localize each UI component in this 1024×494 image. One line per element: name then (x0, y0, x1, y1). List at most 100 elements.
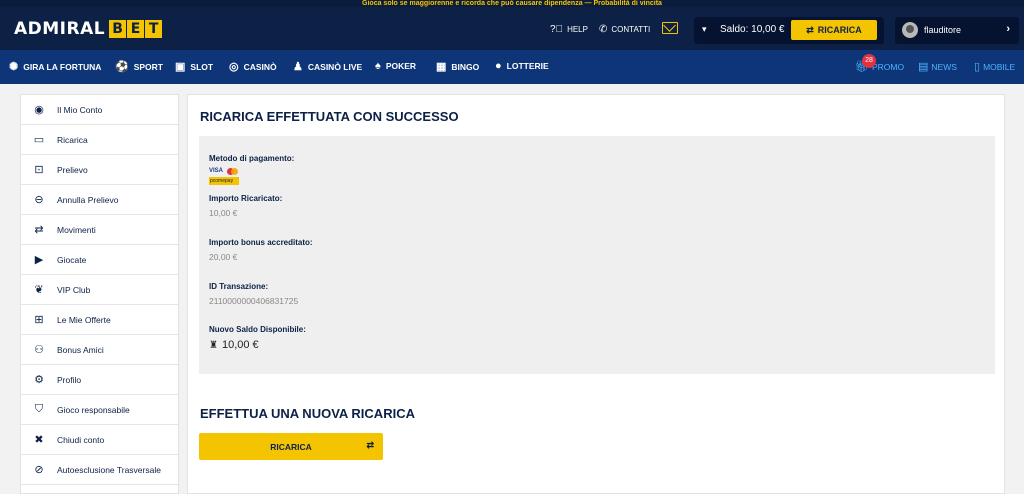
nav-news-label: NEWS (931, 61, 957, 72)
sidebar-item-label: Profilo (57, 374, 82, 385)
sidebar-item-label: Annulla Prelievo (57, 194, 119, 205)
close-icon: ✖ (34, 434, 44, 446)
money-bag-icon: ♜ (209, 339, 218, 351)
contacts-link[interactable]: ✆ CONTATTI (599, 24, 650, 35)
visa-logo: VISA (209, 168, 224, 174)
transaction-details: Metodo di pagamento: VISA pcomepay Impor… (199, 136, 995, 374)
transaction-id-label: ID Transazione: (209, 282, 269, 291)
sidebar-item-autoesclusione[interactable]: ⊘ Autoesclusione Trasversale (21, 455, 178, 485)
mastercard-icon (231, 168, 238, 175)
new-balance-value: 10,00 € (221, 339, 259, 351)
ban-icon: ⊘ (34, 464, 44, 476)
bonus-value: 20,00 € (209, 252, 238, 262)
gift-icon: ⊞ (34, 314, 44, 326)
phone-icon: ▯ (974, 61, 981, 73)
nav-item-lotterie[interactable]: ● LOTTERIE (495, 60, 549, 72)
nav-label: GIRA LA FORTUNA (23, 61, 102, 72)
header: ADMIRAL B E T ?⃝ HELP ✆ CONTATTI ▾ Saldo… (0, 7, 1024, 50)
sidebar-item-label: Ricarica (57, 134, 88, 145)
help-icon: ?⃝ (550, 24, 564, 35)
sidebar-item-profilo[interactable]: ⚙ Profilo (21, 365, 178, 395)
page-scrollbar[interactable] (1016, 84, 1024, 494)
sidebar-item-bonus-amici[interactable]: ⚇ Bonus Amici (21, 335, 178, 365)
help-label: HELP (567, 25, 588, 34)
nav-label: BINGO (451, 61, 480, 72)
bonus-label: Importo bonus accreditato: (209, 238, 313, 247)
logo-letter: B (109, 20, 127, 38)
age-warning-text: Gioca solo se maggiorenne e ricorda che … (362, 0, 662, 7)
promo-count-badge: 28 (862, 54, 876, 68)
payment-method-label: Metodo di pagamento: (209, 154, 295, 163)
page-title: RICARICA EFFETTUATA CON SUCCESSO (200, 109, 459, 124)
chevron-down-icon[interactable]: ▾ (702, 24, 707, 35)
transaction-id-value: 2110000000406831725 (209, 296, 299, 306)
lottery-ball-icon: ● (495, 60, 502, 72)
balance-text: Saldo: 10,00 € (720, 24, 785, 35)
sidebar-item-movimenti[interactable]: ⇄ Movimenti (21, 215, 178, 245)
nav-news[interactable]: ▤ NEWS (918, 60, 957, 73)
nav-item-gira-la-fortuna[interactable]: ✺ GIRA LA FORTUNA (9, 60, 101, 73)
admiralbet-logo[interactable]: ADMIRAL B E T (14, 19, 163, 39)
sidebar-item-il-mio-conto[interactable]: ◉ Il Mio Conto (21, 95, 178, 125)
paypal-logo: pcomepay (209, 177, 239, 185)
wallet-icon: ⇄ (366, 440, 374, 450)
logo-text-bet: B E T (108, 20, 163, 38)
sidebar-item-le-mie-offerte[interactable]: ⊞ Le Mie Offerte (21, 305, 178, 335)
username: flauditore (924, 25, 962, 35)
transfer-arrows-icon: ⇄ (34, 224, 44, 236)
new-balance-label: Nuovo Saldo Disponibile: (209, 325, 306, 334)
nav-mobile[interactable]: ▯ MOBILE (974, 60, 1015, 73)
user-menu[interactable]: flauditore › (895, 17, 1019, 44)
nav-item-bingo[interactable]: ▦ BINGO (436, 60, 479, 73)
nav-item-casino-live[interactable]: ♟ CASINÒ LIVE (293, 60, 362, 73)
calendar-icon: ▤ (918, 61, 929, 73)
nav-label: CASINÒ (243, 61, 277, 72)
amount-label: Importo Ricaricato: (209, 194, 283, 203)
roulette-icon: ◎ (229, 61, 239, 73)
sidebar-item-chiudi-conto[interactable]: ✖ Chiudi conto (21, 425, 178, 455)
wheel-icon: ✺ (9, 61, 19, 73)
nav-item-casino[interactable]: ◎ CASINÒ (229, 60, 277, 73)
nav-item-slot[interactable]: ▣ SLOT (175, 60, 213, 73)
nav-item-sport[interactable]: ⚽ SPORT (115, 60, 163, 73)
sidebar-item-label: VIP Club (57, 284, 91, 295)
main-nav: ✺ GIRA LA FORTUNA ⚽ SPORT ▣ SLOT ◎ CASIN… (0, 50, 1024, 84)
sidebar-item-prelievo[interactable]: ⊡ Prelievo (21, 155, 178, 185)
gear-icon: ⚙ (34, 374, 44, 386)
nav-label: SPORT (133, 61, 163, 72)
sidebar-item-giocate[interactable]: ▶ Giocate (21, 245, 178, 275)
slot-machine-icon: ▣ (175, 61, 186, 73)
soccer-ball-icon: ⚽ (115, 61, 129, 73)
phone-icon: ✆ (599, 24, 608, 35)
sidebar-item-label: Gioco responsabile (57, 404, 130, 415)
mail-icon[interactable] (662, 22, 678, 34)
laurel-icon: ❦ (34, 284, 44, 296)
sidebar-item-label: Le Mie Offerte (57, 314, 111, 325)
sidebar-item-vip-club[interactable]: ❦ VIP Club (21, 275, 178, 305)
recharge-button[interactable]: RICARICA ⇄ (199, 433, 383, 460)
cash-icon: ⊡ (34, 164, 44, 176)
sidebar-item-gioco-responsabile[interactable]: ⛉ Gioco responsabile (21, 395, 178, 425)
account-sidebar: ◉ Il Mio Conto ▭ Ricarica ⊡ Prelievo ⊖ Annul… (20, 94, 179, 494)
sidebar-item-annulla-prelievo[interactable]: ⊖ Annulla Prelievo (21, 185, 178, 215)
friends-icon: ⚇ (34, 344, 44, 356)
nav-label: LOTTERIE (506, 61, 549, 71)
balance-box: ▾ Saldo: 10,00 € ⇄ RICARICA (694, 17, 884, 44)
sidebar-item-label: Prelievo (57, 164, 88, 175)
nav-label: SLOT (190, 61, 214, 72)
logo-letter: E (127, 20, 145, 38)
nav-item-poker[interactable]: ♠ POKER (375, 60, 416, 72)
live-dealer-icon: ♟ (293, 61, 303, 73)
new-recharge-title: EFFETTUA UNA NUOVA RICARICA (200, 406, 415, 421)
help-link[interactable]: ?⃝ HELP (550, 24, 588, 35)
credit-card-icon: ▭ (33, 134, 45, 146)
user-circle-icon: ◉ (34, 104, 44, 116)
logo-text-admiral: ADMIRAL (14, 19, 106, 39)
top-recharge-button[interactable]: ⇄ RICARICA (791, 20, 877, 40)
amount-value: 10,00 € (209, 208, 238, 218)
sidebar-item-ricarica[interactable]: ▭ Ricarica (21, 125, 178, 155)
payment-method-logos: VISA pcomepay (209, 168, 243, 186)
sidebar-item-label: Giocate (57, 254, 87, 265)
chevron-right-icon: › (1006, 23, 1010, 35)
bingo-icon: ▦ (436, 61, 447, 73)
